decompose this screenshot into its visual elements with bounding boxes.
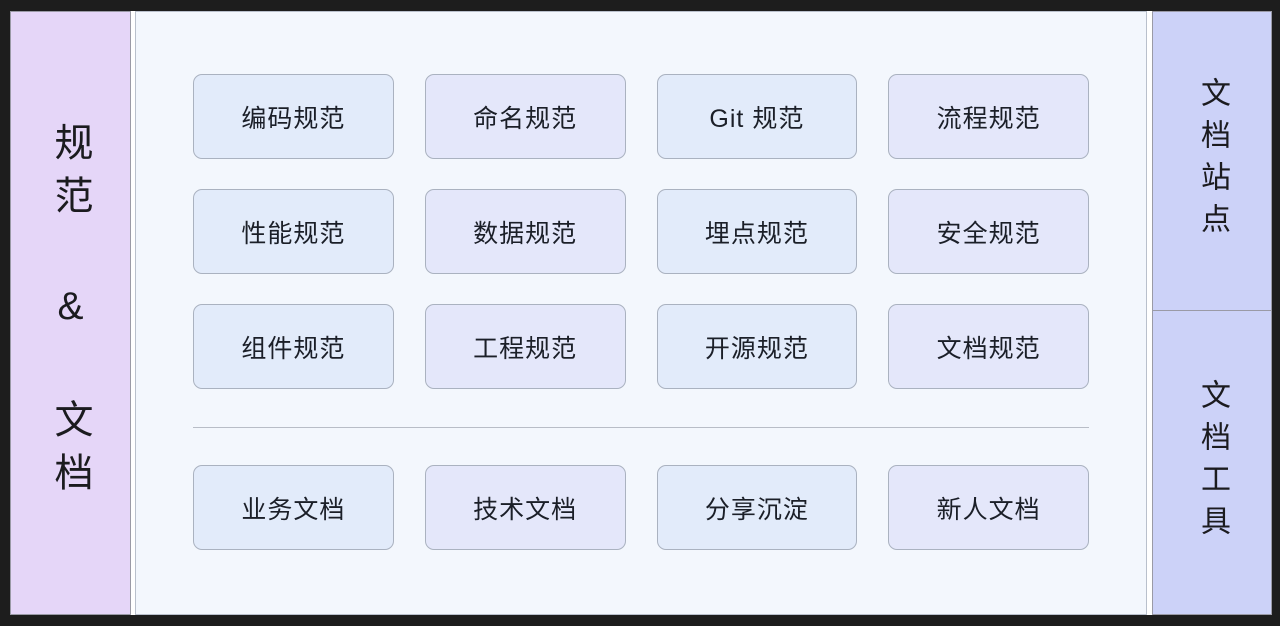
standard-card[interactable]: 文档规范 — [888, 304, 1089, 389]
right-category-doc-tools-label: 文档工具 — [1196, 378, 1229, 547]
standard-card-label: 埋点规范 — [704, 219, 809, 248]
standard-card[interactable]: 编码规范 — [193, 74, 394, 159]
right-category-doc-tools[interactable]: 文档工具 — [1152, 311, 1272, 615]
standard-card[interactable]: 组件规范 — [193, 304, 394, 389]
standard-card-label: 流程规范 — [936, 104, 1041, 133]
document-card-label: 技术文档 — [473, 495, 578, 524]
standard-card-label: 开源规范 — [704, 334, 809, 363]
document-card-label: 业务文档 — [241, 495, 346, 524]
standard-card-label: 文档规范 — [936, 334, 1041, 363]
standard-card[interactable]: 开源规范 — [656, 304, 858, 389]
standard-card-label: 性能规范 — [241, 219, 346, 248]
standard-card[interactable]: 安全规范 — [888, 189, 1089, 274]
standard-card-label: 编码规范 — [241, 104, 346, 133]
standard-card[interactable]: 命名规范 — [424, 74, 626, 159]
standard-card[interactable]: 数据规范 — [424, 189, 626, 274]
standard-card-label: 组件规范 — [241, 334, 346, 363]
left-category-label: 规范 & 文档 — [49, 121, 92, 505]
standard-card[interactable]: 埋点规范 — [656, 189, 858, 274]
document-card-label: 新人文档 — [936, 495, 1041, 524]
standard-card-label: 安全规范 — [936, 219, 1041, 248]
left-category-panel[interactable]: 规范 & 文档 — [10, 11, 131, 615]
documents-card-grid: 业务文档 技术文档 分享沉淀 新人文档 — [193, 465, 1089, 550]
standard-card-label: 工程规范 — [473, 334, 578, 363]
standard-card[interactable]: Git 规范 — [656, 74, 858, 159]
section-divider — [193, 427, 1089, 428]
standard-card-label: Git 规范 — [709, 104, 805, 133]
standard-card[interactable]: 工程规范 — [424, 304, 626, 389]
document-card[interactable]: 新人文档 — [888, 465, 1089, 550]
standard-card-label: 命名规范 — [473, 104, 578, 133]
document-card[interactable]: 技术文档 — [424, 465, 626, 550]
right-category-doc-sites-label: 文档站点 — [1196, 77, 1229, 245]
diagram-frame: 规范 & 文档 编码规范 命名规范 Git 规范 流程规范性能规范 数据规范 埋点规范 安全… — [10, 11, 1272, 615]
right-category-doc-sites[interactable]: 文档站点 — [1152, 11, 1272, 311]
main-panel: 编码规范 命名规范 Git 规范 流程规范性能规范 数据规范 埋点规范 安全规范组件规范 工程… — [135, 11, 1147, 615]
standard-card[interactable]: 流程规范 — [888, 74, 1089, 159]
right-category-panel: 文档站点 文档工具 — [1152, 11, 1272, 615]
document-card[interactable]: 业务文档 — [193, 465, 394, 550]
document-card-label: 分享沉淀 — [704, 495, 809, 524]
standard-card-label: 数据规范 — [473, 219, 578, 248]
standard-card[interactable]: 性能规范 — [193, 189, 394, 274]
standards-card-grid: 编码规范 命名规范 Git 规范 流程规范性能规范 数据规范 埋点规范 安全规范组件规范 工程… — [193, 74, 1089, 389]
document-card[interactable]: 分享沉淀 — [656, 465, 858, 550]
